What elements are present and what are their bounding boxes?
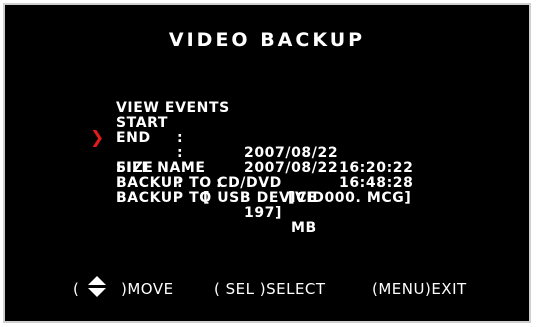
size-unit: MB: [291, 220, 317, 236]
move-hint: )MOVE: [121, 280, 174, 298]
arrow-down-icon: [88, 288, 106, 297]
menu-item-size[interactable]: ❯ SIZE : [ 197] MB: [90, 130, 316, 236]
osd-screen: VIDEO BACKUP VIEW EVENTS START : 2007/08…: [3, 3, 531, 323]
start-time: 16:20:22: [339, 160, 414, 176]
menu-item-end[interactable]: END : 2007/08/22 16:48:28: [116, 116, 413, 191]
start-colon: :: [177, 130, 184, 146]
size-value: 197]: [244, 205, 283, 221]
end-time: 16:48:28: [339, 175, 414, 191]
menu-item-backup-cd[interactable]: BACKUP TO CD/DVD: [116, 161, 281, 191]
screen-frame: VIDEO BACKUP VIEW EVENTS START : 2007/08…: [0, 0, 542, 327]
backup-menu: VIEW EVENTS START : 2007/08/22 16:20:22 …: [90, 86, 413, 236]
page-title: VIDEO BACKUP: [168, 29, 366, 51]
red-chevron-right-icon: ❯: [90, 128, 105, 148]
select-hint: ( SEL )SELECT: [214, 280, 326, 298]
start-date: 2007/08/22: [244, 145, 339, 161]
menu-item-backup-usb[interactable]: BACKUP TO USB DEVICE: [116, 176, 317, 206]
move-hint-open: (: [73, 280, 80, 298]
menu-item-file-name[interactable]: FILE NAME : [VID000. MCG]: [116, 146, 411, 206]
menu-item-start[interactable]: START : 2007/08/22 16:20:22: [116, 101, 413, 176]
end-colon: :: [177, 145, 184, 161]
arrow-up-icon: [88, 276, 106, 285]
end-date: 2007/08/22: [244, 160, 339, 176]
menu-item-view-events[interactable]: VIEW EVENTS: [116, 86, 229, 116]
up-down-arrows-icon: [88, 276, 106, 298]
backup-usb-label: BACKUP TO USB DEVICE: [116, 190, 318, 206]
exit-hint: (MENU)EXIT: [372, 280, 467, 298]
